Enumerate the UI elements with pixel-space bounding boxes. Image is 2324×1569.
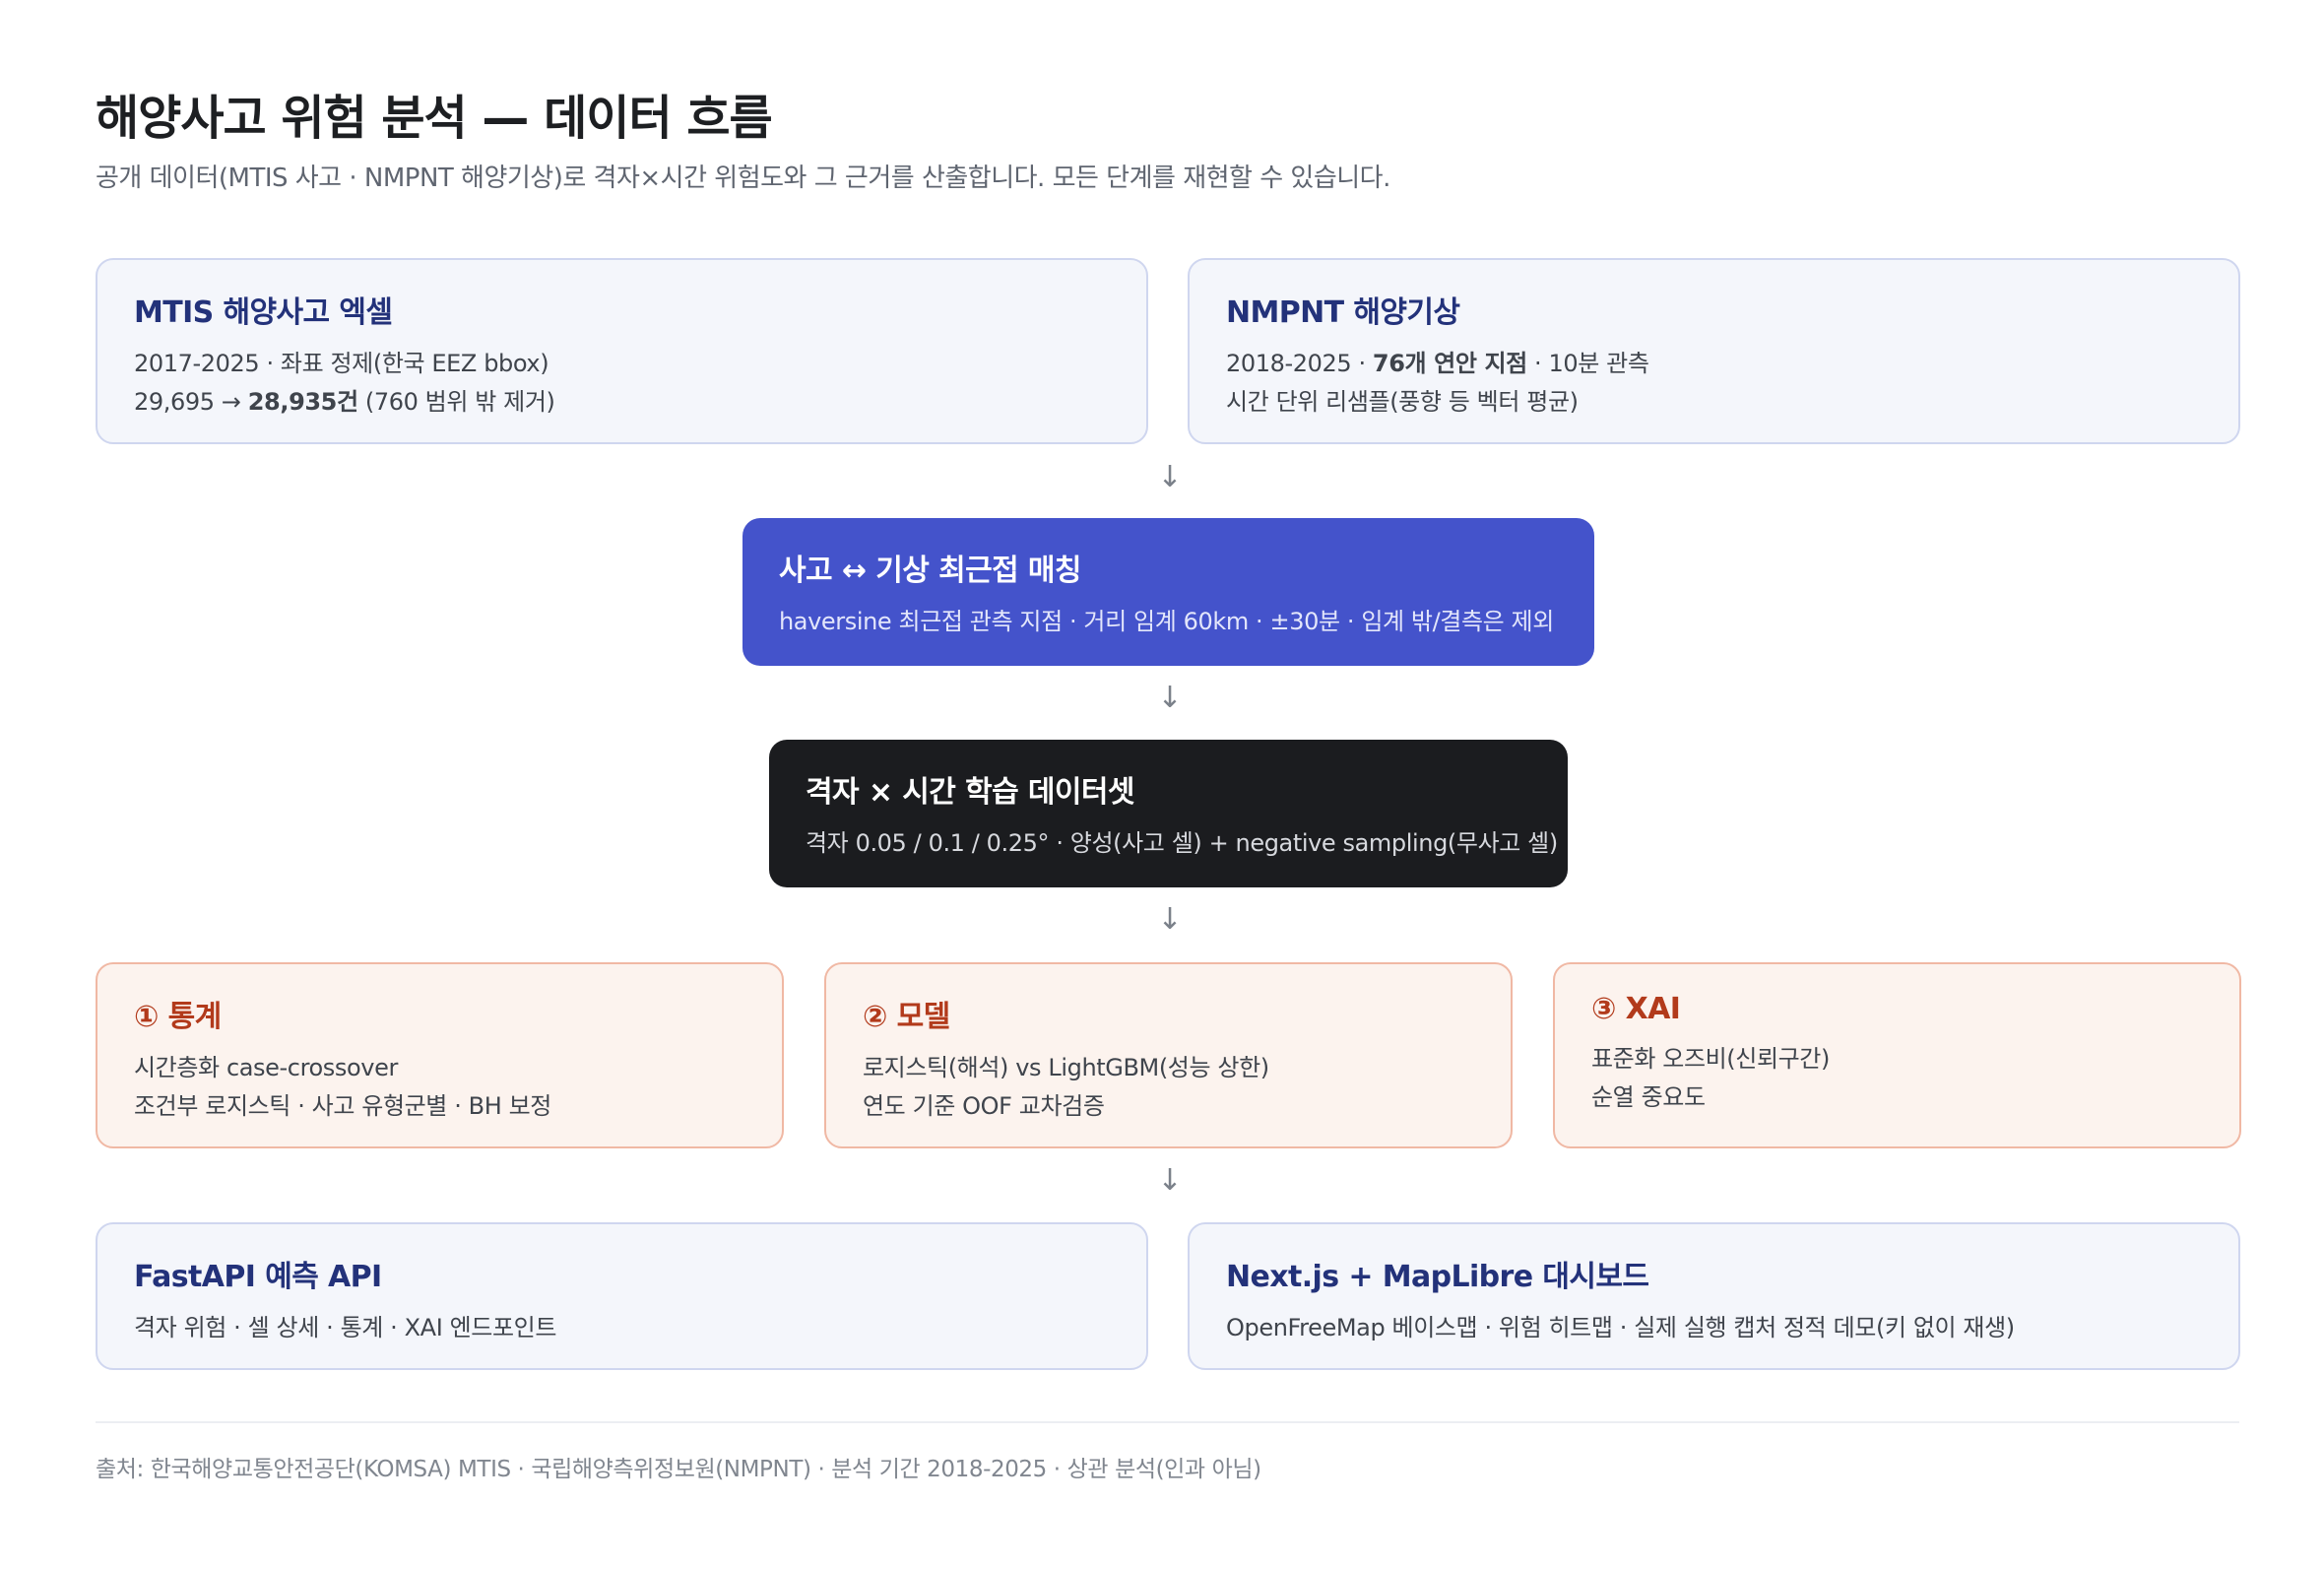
down-arrow-icon: ↓	[1157, 460, 1183, 494]
mtis-source-line2: 29,695 → 28,935건 (760 범위 밖 제거)	[134, 388, 555, 416]
fastapi-desc: 격자 위험 · 셀 상세 · 통계 · XAI 엔드포인트	[134, 1314, 557, 1341]
page-subtitle: 공개 데이터(MTIS 사고 · NMPNT 해양기상)로 격자×시간 위험도와…	[96, 163, 1390, 193]
footer-divider	[96, 1421, 2239, 1423]
xai-box: ③ XAI 표준화 오즈비(신뢰구간) 순열 중요도	[1553, 962, 2241, 1148]
dashboard-box: Next.js + MapLibre 대시보드 OpenFreeMap 베이스맵…	[1188, 1222, 2240, 1370]
model-line1: 로지스틱(해석) vs LightGBM(성능 상한)	[863, 1054, 1269, 1081]
statistics-box: ① 통계 시간층화 case-crossover 조건부 로지스틱 · 사고 유…	[96, 962, 784, 1148]
nmpnt-source-line2: 시간 단위 리샘플(풍향 등 벡터 평균)	[1226, 388, 1579, 416]
dashboard-title: Next.js + MapLibre 대시보드	[1226, 1260, 1649, 1294]
down-arrow-icon: ↓	[1157, 681, 1183, 715]
source-footer: 출처: 한국해양교통안전공단(KOMSA) MTIS · 국립해양측위정보원(N…	[96, 1457, 1261, 1482]
mtis-source-title: MTIS 해양사고 엑셀	[134, 295, 393, 330]
nmpnt-source-line1: 2018-2025 · 76개 연안 지점 · 10분 관측	[1226, 350, 1649, 377]
fastapi-title: FastAPI 예측 API	[134, 1260, 382, 1294]
xai-line2: 순열 중요도	[1591, 1083, 1706, 1111]
model-title: ② 모델	[863, 1000, 950, 1034]
weather-match-title: 사고 ↔ 기상 최근접 매칭	[779, 554, 1082, 588]
xai-title: ③ XAI	[1591, 992, 1681, 1026]
dashboard-desc: OpenFreeMap 베이스맵 · 위험 히트맵 · 실제 실행 캡처 정적 …	[1226, 1314, 2015, 1341]
down-arrow-icon: ↓	[1157, 1163, 1183, 1198]
page-title: 해양사고 위험 분석 — 데이터 흐름	[96, 91, 773, 146]
model-box: ② 모델 로지스틱(해석) vs LightGBM(성능 상한) 연도 기준 O…	[824, 962, 1513, 1148]
weather-match-box: 사고 ↔ 기상 최근접 매칭 haversine 최근접 관측 지점 · 거리 …	[742, 518, 1594, 666]
statistics-line2: 조건부 로지스틱 · 사고 유형군별 · BH 보정	[134, 1092, 551, 1120]
statistics-line1: 시간층화 case-crossover	[134, 1054, 398, 1081]
mtis-source-line1: 2017-2025 · 좌표 정제(한국 EEZ bbox)	[134, 350, 549, 377]
training-dataset-desc: 격자 0.05 / 0.1 / 0.25° · 양성(사고 셀) + negat…	[806, 829, 1558, 857]
statistics-title: ① 통계	[134, 1000, 222, 1034]
xai-line1: 표준화 오즈비(신뢰구간)	[1591, 1045, 1830, 1073]
mtis-source-box: MTIS 해양사고 엑셀 2017-2025 · 좌표 정제(한국 EEZ bb…	[96, 258, 1148, 444]
down-arrow-icon: ↓	[1157, 902, 1183, 937]
nmpnt-source-box: NMPNT 해양기상 2018-2025 · 76개 연안 지점 · 10분 관…	[1188, 258, 2240, 444]
model-line2: 연도 기준 OOF 교차검증	[863, 1092, 1105, 1120]
fastapi-box: FastAPI 예측 API 격자 위험 · 셀 상세 · 통계 · XAI 엔…	[96, 1222, 1148, 1370]
training-dataset-title: 격자 × 시간 학습 데이터셋	[806, 775, 1135, 810]
weather-match-desc: haversine 최근접 관측 지점 · 거리 임계 60km · ±30분 …	[779, 608, 1554, 635]
training-dataset-box: 격자 × 시간 학습 데이터셋 격자 0.05 / 0.1 / 0.25° · …	[769, 740, 1568, 887]
nmpnt-source-title: NMPNT 해양기상	[1226, 295, 1460, 330]
